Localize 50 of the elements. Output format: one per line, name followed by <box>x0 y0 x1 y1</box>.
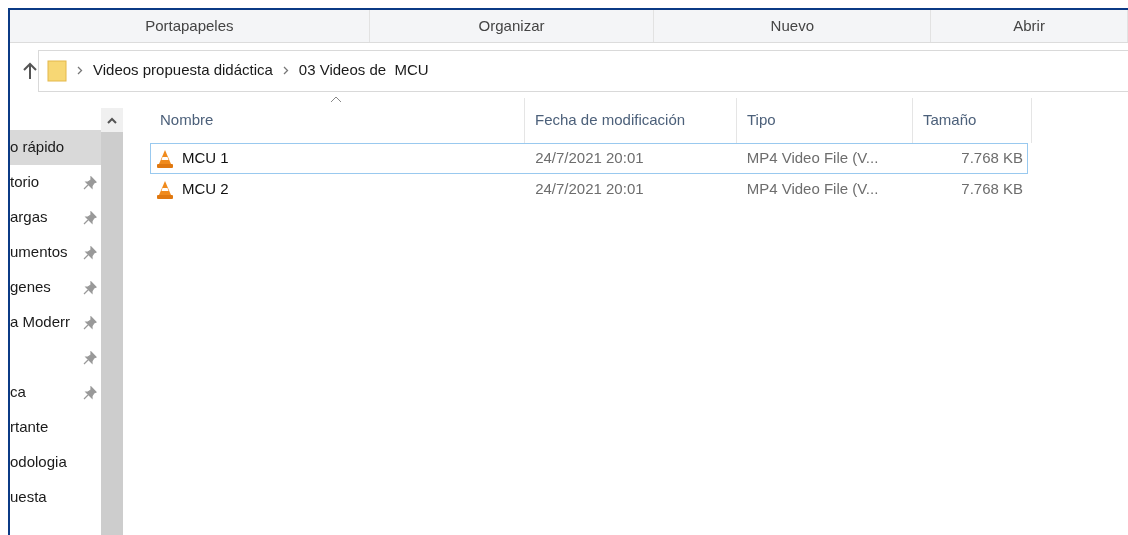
chevron-icon <box>77 66 83 75</box>
sidebar-row[interactable]: umentos <box>10 235 101 270</box>
sidebar-item[interactable]: ca <box>10 381 26 404</box>
sidebar-item[interactable]: genes <box>10 276 51 299</box>
sidebar-row[interactable]: rtante <box>10 410 101 445</box>
file-row[interactable]: MCU 2 24/7/2021 20:01 MP4 Video File (V... 7.768 KB <box>150 174 1028 205</box>
table-cell: MP4 Video File (V... <box>746 149 879 167</box>
table-cell: 24/7/2021 20:01 <box>535 149 644 167</box>
table-cell: 24/7/2021 20:01 <box>535 180 644 198</box>
sidebar-row[interactable]: genes <box>10 270 101 305</box>
sidebar-row[interactable]: torio <box>10 165 101 200</box>
sidebar-row[interactable]: argas <box>10 200 101 235</box>
sidebar-row[interactable]: odologia <box>10 445 101 480</box>
sidebar-item[interactable]: o rápido <box>10 136 65 159</box>
table-cell: 7.768 KB <box>961 149 1023 167</box>
chevron-icon <box>282 66 289 75</box>
breadcrumb-item[interactable]: 03 Videos de MCU <box>298 59 429 82</box>
file-row[interactable]: MCU 1 24/7/2021 20:01 MP4 Video File (V... 7.768 KB <box>150 143 1028 174</box>
sidebar-item[interactable]: uesta <box>10 486 47 509</box>
ribbon-group-label: Organizar <box>478 15 545 36</box>
breadcrumb-item[interactable]: Videos propuesta didáctica <box>93 59 273 82</box>
sidebar-row[interactable]: ca <box>10 375 101 410</box>
up-arrow-icon[interactable] <box>22 61 38 80</box>
sidebar-item[interactable]: umentos <box>10 241 68 264</box>
address-bar[interactable]: Videos propuesta didáctica 03 Videos de MCU <box>38 49 1128 92</box>
ribbon-group-label: Nuevo <box>770 15 814 36</box>
file-name[interactable]: MCU 1 <box>182 147 229 170</box>
file-cone-icon <box>156 179 174 200</box>
file-name[interactable]: MCU 2 <box>182 178 229 201</box>
ribbon-group-label: Portapapeles <box>145 15 234 36</box>
table-cell: MP4 Video File (V... <box>746 180 879 198</box>
sort-icon <box>330 96 342 103</box>
sidebar-item[interactable]: odologia <box>10 451 67 474</box>
folder-icon <box>47 59 67 82</box>
scroll-up-icon[interactable] <box>107 116 117 124</box>
ribbon-group-label: Abrir <box>1013 15 1045 36</box>
sidebar-row[interactable]: a Moderr <box>10 305 101 340</box>
column-header[interactable]: Tamaño <box>923 109 977 132</box>
table-cell: 7.768 KB <box>961 180 1023 198</box>
sidebar-row[interactable]: uesta <box>10 480 101 515</box>
sidebar-item[interactable]: rtante <box>10 416 49 439</box>
column-header[interactable]: Fecha de modificación <box>535 109 686 132</box>
column-header[interactable]: Tipo <box>747 109 776 132</box>
sidebar-item[interactable]: torio <box>10 171 40 194</box>
scrollbar[interactable] <box>101 108 123 535</box>
column-header[interactable]: Nombre <box>160 109 214 132</box>
sidebar-row[interactable]: o rápido <box>10 130 101 165</box>
sidebar-item[interactable]: a Moderr <box>10 311 71 334</box>
file-cone-icon <box>156 148 174 169</box>
sidebar-item[interactable]: argas <box>10 206 48 229</box>
